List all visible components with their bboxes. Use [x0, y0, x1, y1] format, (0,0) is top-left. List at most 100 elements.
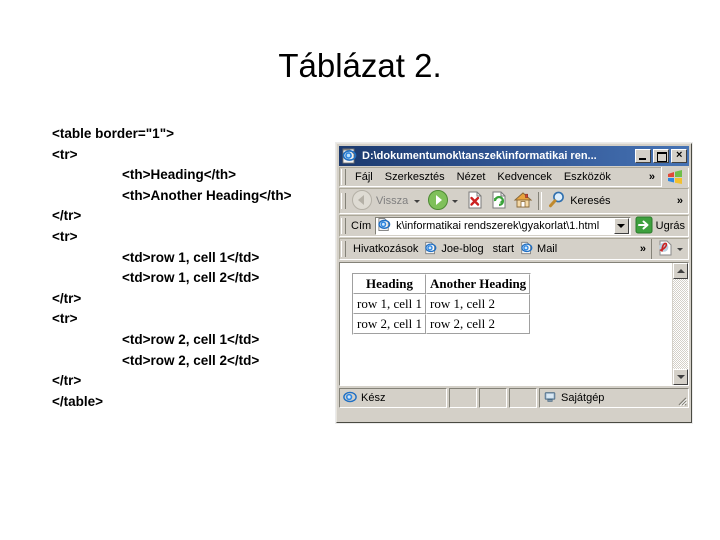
address-bar-label: Cím [351, 220, 372, 232]
back-history-chevron-down-icon[interactable] [414, 199, 421, 203]
scroll-down-button[interactable] [673, 369, 688, 385]
menu-overflow-chevron-icon[interactable]: » [643, 171, 661, 183]
menu-item-kedvencek[interactable]: Kedvencek [491, 169, 557, 185]
forward-history-chevron-down-icon[interactable] [452, 199, 459, 203]
links-bar-grip[interactable] [341, 241, 346, 257]
link-joe-blog[interactable]: Joe-blog [422, 241, 487, 258]
code-line: <td>row 1, cell 1</td> [52, 248, 292, 269]
code-line-text: <td>row 1, cell 1</td> [122, 249, 260, 265]
address-bar-grip[interactable] [341, 218, 346, 234]
table-cell: row 2, cell 1 [353, 314, 426, 334]
code-line: <tr> [52, 227, 292, 248]
my-computer-icon [543, 390, 557, 407]
links-bar: Hivatkozások Joe-blog start Mail » [339, 238, 689, 260]
code-line-text: <tr> [52, 228, 78, 244]
security-zone-panel: Sajátgép [539, 388, 689, 408]
table-cell: row 1, cell 1 [353, 294, 426, 314]
link-start[interactable]: start [488, 243, 518, 255]
menu-item-szerkesztes[interactable]: Szerkesztés [379, 169, 451, 185]
maximize-button[interactable] [653, 149, 669, 163]
forward-button[interactable] [425, 189, 463, 213]
code-line-text: <th>Another Heading</th> [122, 187, 292, 203]
toolbar-overflow-chevron-icon[interactable]: » [672, 195, 688, 207]
code-line: <td>row 1, cell 2</td> [52, 268, 292, 289]
status-message-panel: Kész [339, 388, 447, 408]
address-url-text: k\informatikai rendszerek\gyakorlat\1.ht… [396, 220, 600, 232]
code-line: <table border="1"> [52, 124, 292, 145]
home-icon [513, 190, 533, 213]
refresh-icon [489, 190, 509, 213]
resize-grip[interactable] [675, 394, 688, 407]
code-line-text: <td>row 2, cell 1</td> [122, 331, 260, 347]
search-icon [547, 190, 567, 213]
rendered-html-table: Heading Another Heading row 1, cell 1 ro… [352, 273, 532, 335]
go-arrow-icon [635, 216, 653, 237]
menu-item-eszkozok[interactable]: Eszközök [558, 169, 617, 185]
browser-window: D:\dokumentumok\tanszek\informatikai ren… [336, 143, 692, 423]
table-header-row: Heading Another Heading [353, 274, 531, 294]
toolbar-grip[interactable] [341, 193, 346, 209]
search-button[interactable]: Keresés [545, 189, 615, 213]
stop-button[interactable] [463, 189, 487, 213]
code-line: <td>row 2, cell 2</td> [52, 351, 292, 372]
menu-item-nezet[interactable]: Nézet [451, 169, 492, 185]
window-title-bar: D:\dokumentumok\tanszek\informatikai ren… [339, 146, 689, 166]
status-panel-1 [449, 388, 477, 408]
close-button[interactable] [671, 149, 687, 163]
vertical-scrollbar[interactable] [672, 263, 688, 385]
back-button[interactable]: Vissza [349, 189, 425, 213]
code-line: <tr> [52, 145, 292, 166]
code-line-text: <table border="1"> [52, 126, 174, 141]
html-code-listing: <table border="1"> <tr> <th>Heading</th> <t… [52, 124, 292, 412]
code-line: <tr> [52, 309, 292, 330]
internet-explorer-icon [343, 390, 357, 407]
acrobat-pdf-button[interactable] [651, 239, 688, 259]
link-start-label: start [492, 243, 515, 255]
address-bar: Cím k\informatikai rendszerek\gyakorlat\… [339, 215, 689, 237]
table-header-cell: Another Heading [425, 274, 531, 294]
internet-explorer-icon [424, 241, 438, 258]
home-button[interactable] [511, 189, 535, 213]
menu-item-fajl[interactable]: Fájl [349, 169, 379, 185]
status-panel-3 [509, 388, 537, 408]
code-line: </tr> [52, 371, 292, 392]
status-panel-2 [479, 388, 507, 408]
scroll-up-button[interactable] [673, 263, 688, 279]
link-mail[interactable]: Mail [518, 241, 561, 258]
internet-explorer-icon [377, 218, 392, 234]
code-line-text: </tr> [52, 208, 82, 224]
code-line-text: <th>Heading</th> [122, 167, 237, 183]
table-cell: row 2, cell 2 [425, 314, 531, 334]
window-controls [635, 149, 687, 163]
browser-content-area: Heading Another Heading row 1, cell 1 ro… [339, 262, 689, 386]
back-arrow-icon [351, 189, 373, 214]
internet-explorer-icon [342, 148, 358, 164]
rendered-page: Heading Another Heading row 1, cell 1 ro… [340, 263, 672, 385]
go-button[interactable]: Ugrás [631, 216, 688, 236]
link-mail-label: Mail [537, 243, 558, 255]
windows-flag-logo [661, 167, 688, 187]
page-title: Táblázat 2. [278, 47, 442, 84]
status-bar: Kész Sajátgép [339, 388, 689, 408]
code-line-text: </tr> [52, 290, 82, 306]
search-button-label: Keresés [570, 195, 611, 207]
code-line-text: <td>row 1, cell 2</td> [122, 270, 260, 286]
acrobat-pdf-chevron-down-icon[interactable] [677, 247, 683, 251]
table-row: row 1, cell 1 row 1, cell 2 [353, 294, 531, 314]
code-line: </table> [52, 392, 292, 413]
toolbar-separator [538, 192, 543, 210]
menu-bar-grip[interactable] [341, 169, 346, 185]
code-line: <th>Another Heading</th> [52, 186, 292, 207]
address-dropdown-chevron-down-icon[interactable] [613, 218, 629, 234]
links-bar-title: Hivatkozások [353, 243, 419, 255]
address-input[interactable]: k\informatikai rendszerek\gyakorlat\1.ht… [375, 217, 631, 235]
code-line: </tr> [52, 206, 292, 227]
menu-bar: Fájl Szerkesztés Nézet Kedvencek Eszközö… [339, 167, 689, 187]
code-line-text: </tr> [52, 373, 82, 389]
minimize-button[interactable] [635, 149, 651, 163]
stop-icon [465, 190, 485, 213]
refresh-button[interactable] [487, 189, 511, 213]
links-overflow-chevron-icon[interactable]: » [635, 243, 651, 255]
table-header-cell: Heading [353, 274, 426, 294]
code-line: <td>row 2, cell 1</td> [52, 330, 292, 351]
